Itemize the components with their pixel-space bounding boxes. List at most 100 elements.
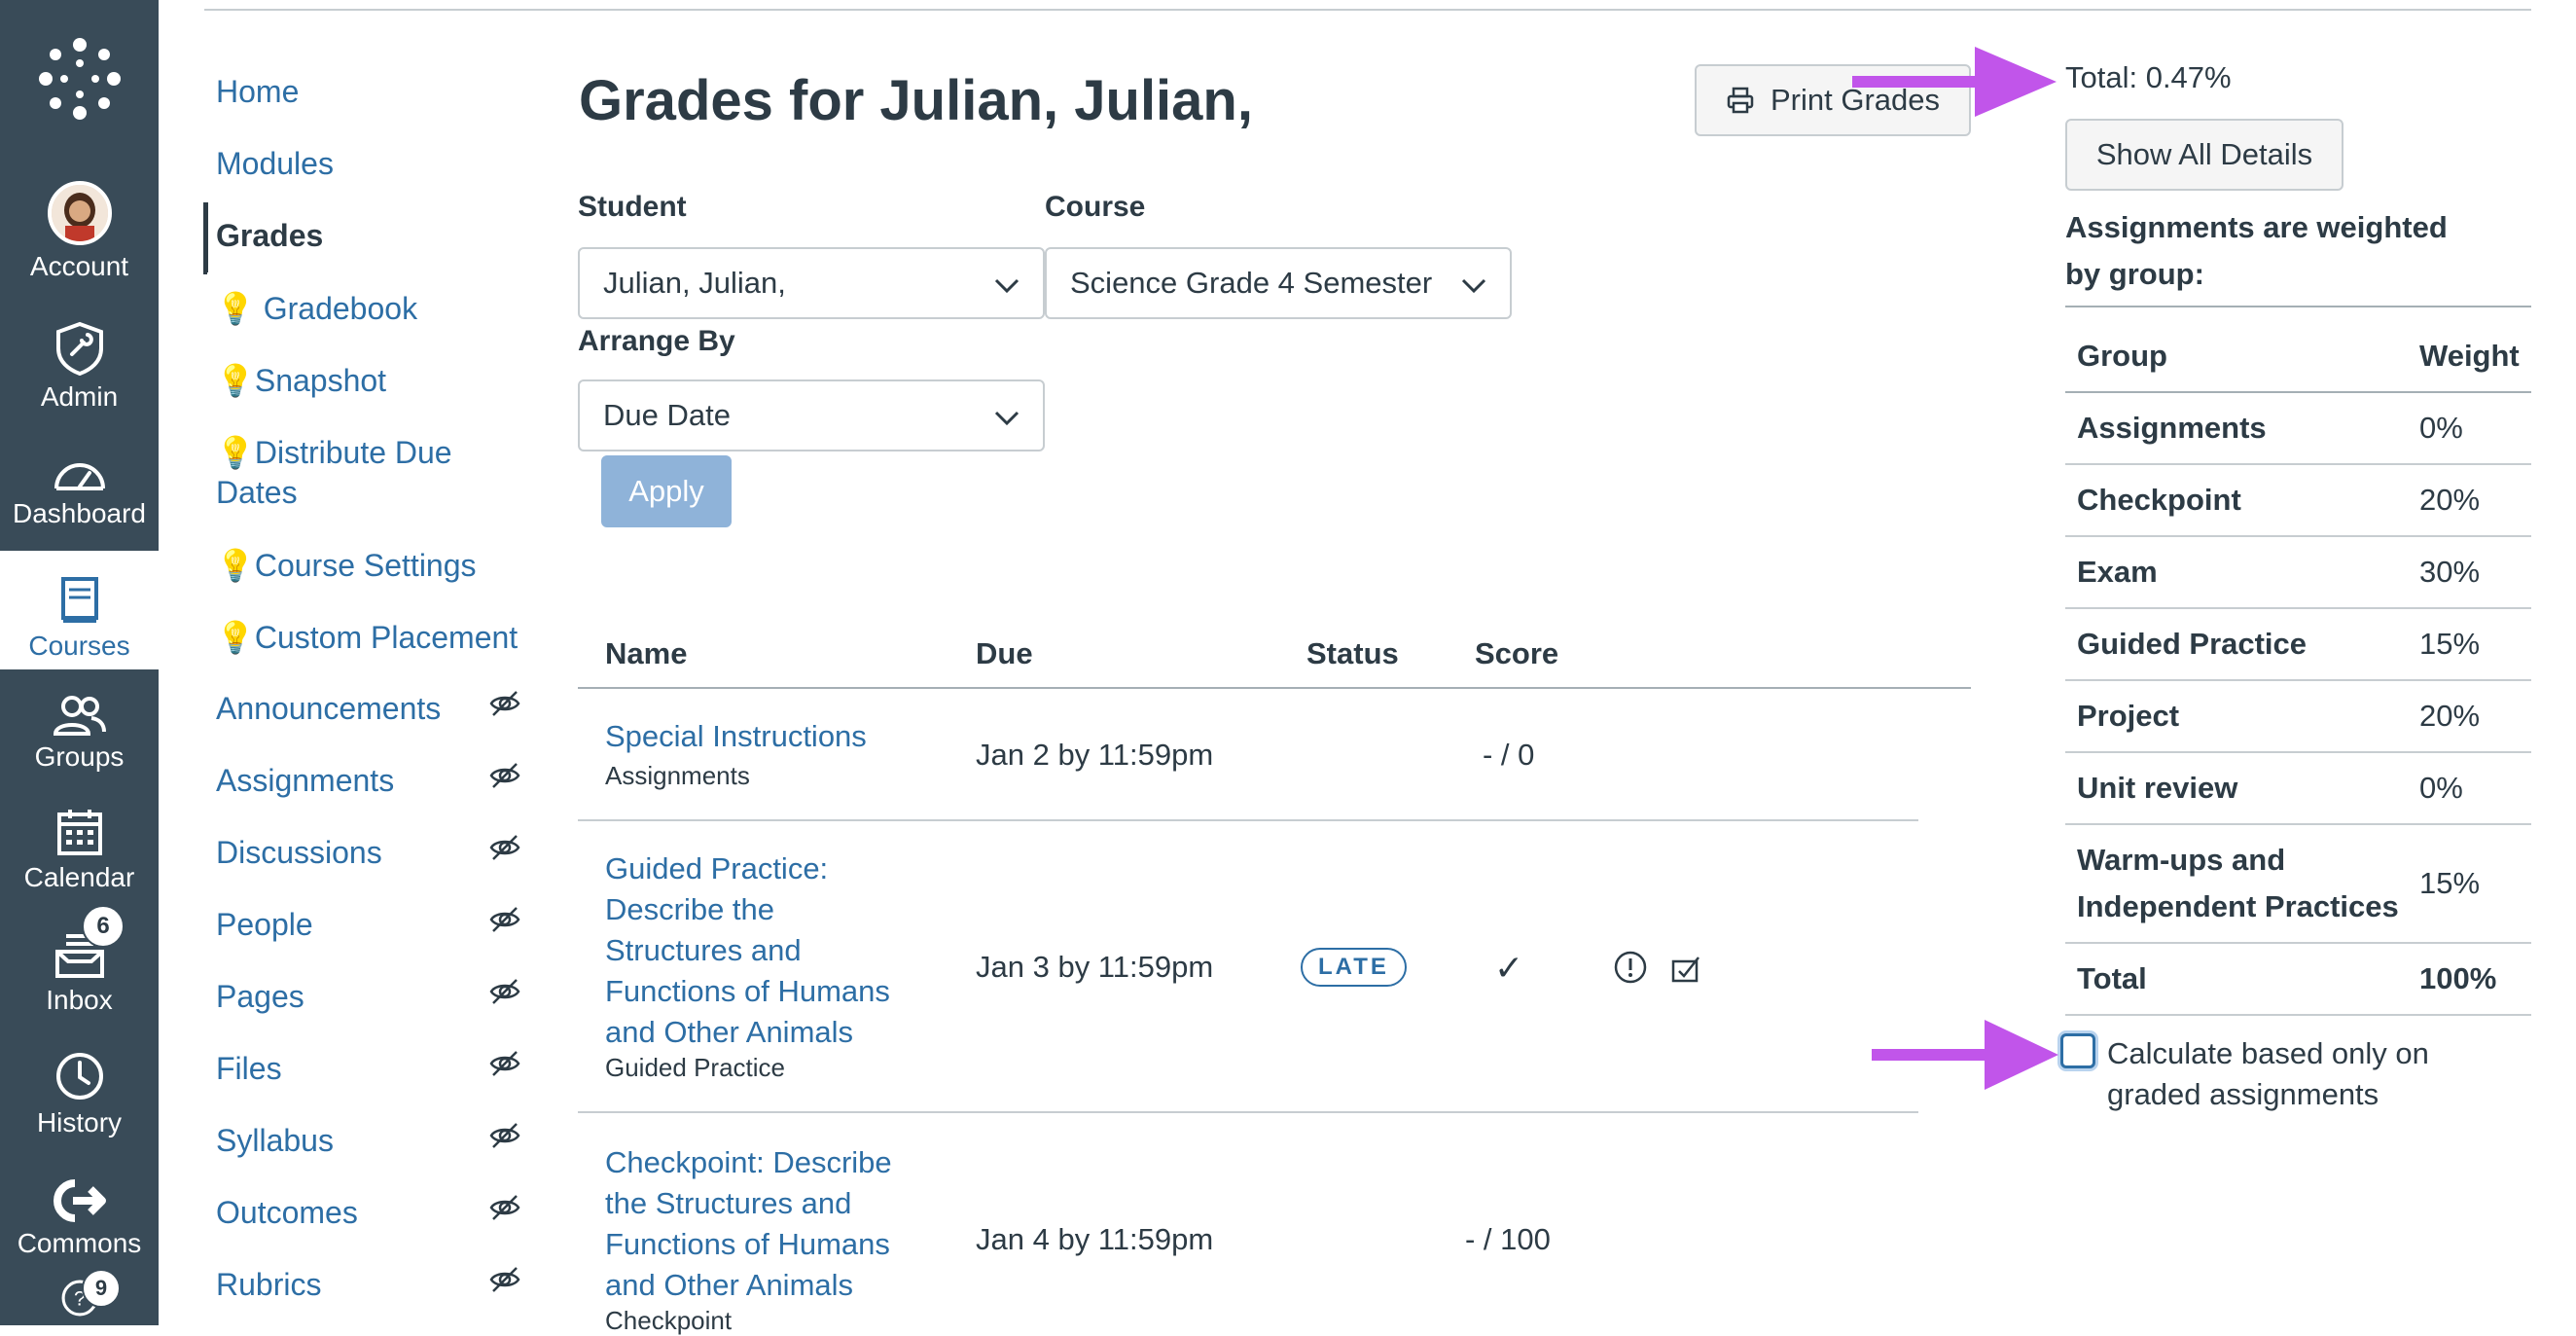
chevron-down-icon [994, 278, 1020, 294]
dashboard-gauge-icon [54, 463, 105, 490]
eye-slash-icon [489, 907, 520, 932]
course-nav-outcomes[interactable]: Outcomes [216, 1195, 358, 1231]
assignment-group: Assignments [605, 761, 750, 790]
column-header-status[interactable]: Status [1306, 636, 1399, 671]
student-select[interactable]: Julian, Julian, [578, 247, 1045, 319]
assignment-score: - / 100 [1465, 1222, 1551, 1256]
weights-total-label: Total [2077, 961, 2147, 995]
weight-value: 0% [2419, 411, 2463, 445]
nav-help[interactable]: ? 9 [0, 1265, 159, 1325]
chevron-down-icon [1461, 278, 1486, 294]
nav-admin[interactable]: Admin [0, 294, 159, 420]
eye-slash-icon [489, 1051, 520, 1076]
weights-row-rule [2065, 679, 2531, 681]
nav-groups[interactable]: Groups [0, 673, 159, 780]
nav-history[interactable]: History [0, 1029, 159, 1146]
groups-icon [53, 696, 106, 736]
assignment-group: Guided Practice [605, 1053, 785, 1082]
book-icon [60, 577, 98, 623]
course-nav-active-bar [203, 202, 207, 274]
nav-calendar[interactable]: Calendar [0, 784, 159, 901]
assignment-link[interactable]: Guided Practice: Describe the Structures… [605, 849, 890, 1053]
course-nav-snapshot[interactable]: 💡Snapshot [216, 362, 386, 399]
weights-total-value: 100% [2419, 961, 2497, 995]
student-label: Student [578, 191, 687, 223]
assignment-group: Checkpoint [605, 1306, 733, 1335]
course-nav-people[interactable]: People [216, 907, 313, 943]
warning-circle-icon[interactable] [1613, 950, 1648, 985]
commons-icon [53, 1179, 106, 1222]
weights-row-rule [2065, 463, 2531, 465]
nav-commons-label: Commons [17, 1228, 142, 1258]
course-nav-gradebook[interactable]: 💡 Gradebook [216, 290, 417, 327]
nav-history-label: History [36, 1107, 123, 1137]
clock-icon [55, 1053, 103, 1100]
eye-slash-icon [489, 1195, 520, 1220]
apply-button[interactable]: Apply [601, 455, 732, 527]
calculate-graded-only-checkbox[interactable] [2060, 1033, 2095, 1068]
top-divider [204, 9, 2531, 11]
course-nav-files[interactable]: Files [216, 1051, 282, 1087]
assignment-link[interactable]: Checkpoint: Describe the Structures and … [605, 1142, 892, 1306]
course-nav-assignments[interactable]: Assignments [216, 763, 394, 799]
weights-row-rule [2065, 823, 2531, 825]
row-divider [578, 819, 1918, 821]
global-nav: Account Admin Dashboard Courses Groups C… [0, 0, 159, 1325]
course-nav-discussions[interactable]: Discussions [216, 835, 382, 871]
column-header-score[interactable]: Score [1475, 636, 1558, 671]
weight-group-name: Warm-ups and [2077, 843, 2286, 877]
column-header-name[interactable]: Name [605, 636, 687, 671]
assignment-link[interactable]: Special Instructions [605, 716, 867, 757]
weight-value: 30% [2419, 555, 2481, 589]
course-nav-announcements[interactable]: Announcements [216, 691, 441, 727]
course-nav-custom-placement[interactable]: 💡Custom Placement [216, 619, 518, 656]
nav-account-label: Account [29, 251, 129, 281]
course-nav-distribute-due-dates[interactable]: Dates [216, 475, 298, 511]
student-select-value: Julian, Julian, [603, 266, 786, 300]
course-nav-home[interactable]: Home [216, 74, 299, 110]
calendar-icon [56, 810, 102, 855]
nav-dashboard[interactable]: Dashboard [0, 428, 159, 537]
course-nav-course-settings[interactable]: 💡Course Settings [216, 547, 477, 584]
weights-header-weight: Weight [2419, 339, 2520, 373]
weights-table-top-rule [2065, 306, 2531, 307]
course-nav-pages[interactable]: Pages [216, 979, 304, 1015]
weights-header-rule [2065, 391, 2531, 393]
weights-table-bottom-rule [2065, 1014, 2531, 1016]
course-nav-distribute-due[interactable]: 💡Distribute Due [216, 434, 452, 471]
nav-courses-label: Courses [28, 631, 130, 661]
course-label: Course [1045, 191, 1146, 223]
show-all-details-button[interactable]: Show All Details [2065, 119, 2343, 191]
weight-value: 20% [2419, 699, 2481, 733]
weights-row-rule [2065, 607, 2531, 609]
course-nav-modules[interactable]: Modules [216, 146, 334, 182]
course-nav-syllabus[interactable]: Syllabus [216, 1123, 334, 1159]
submission-icon[interactable] [1669, 952, 1702, 985]
assignment-due: Jan 3 by 11:59pm [976, 950, 1214, 984]
chevron-down-icon [994, 411, 1020, 426]
nav-inbox[interactable]: Inbox 6 [0, 905, 159, 1024]
assignment-due: Jan 4 by 11:59pm [976, 1222, 1214, 1256]
nav-account[interactable]: Account [0, 163, 159, 290]
canvas-logo[interactable] [0, 19, 159, 146]
weight-group-name: Checkpoint [2077, 483, 2241, 517]
weights-row-rule [2065, 942, 2531, 944]
arrange-by-value: Due Date [603, 398, 731, 432]
nav-courses[interactable]: Courses [0, 551, 159, 669]
calculate-graded-only-label[interactable]: Calculate based only on graded assignmen… [2107, 1033, 2477, 1115]
nav-commons[interactable]: Commons [0, 1150, 159, 1267]
arrange-by-select[interactable]: Due Date [578, 379, 1045, 451]
printer-icon [1727, 87, 1754, 114]
shield-icon [55, 321, 103, 376]
course-select[interactable]: Science Grade 4 Semester [1045, 247, 1512, 319]
weight-group-name: Project [2077, 699, 2180, 733]
weight-value: 15% [2419, 866, 2481, 900]
course-nav-rubrics[interactable]: Rubrics [216, 1267, 321, 1303]
course-nav-grades[interactable]: Grades [216, 218, 323, 254]
row-divider [578, 1111, 1918, 1113]
nav-groups-label: Groups [34, 741, 125, 772]
weights-row-rule [2065, 535, 2531, 537]
arrange-by-label: Arrange By [578, 325, 735, 357]
column-header-due[interactable]: Due [976, 636, 1033, 671]
nav-calendar-label: Calendar [23, 862, 135, 892]
